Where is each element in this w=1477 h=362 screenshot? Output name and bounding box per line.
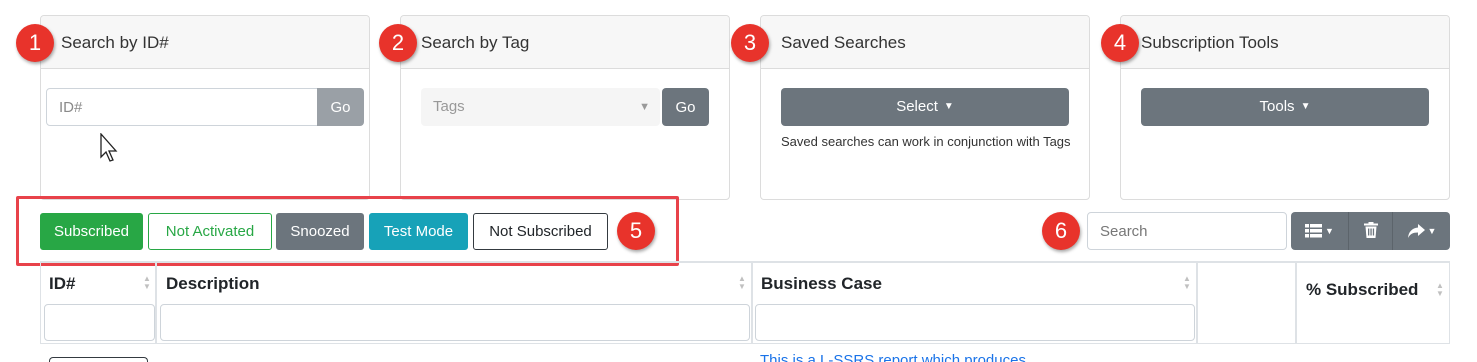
column-description[interactable]: Description ▲ ▼: [156, 263, 752, 343]
column-percent-subscribed[interactable]: % Subscribed ▲ ▼: [1296, 263, 1450, 343]
column-id-label: ID#: [49, 274, 76, 293]
business-case-filter-input[interactable]: [755, 304, 1195, 341]
step-badge-4: 4: [1101, 24, 1139, 62]
export-button[interactable]: ▼: [1393, 212, 1450, 250]
sort-icon: ▲ ▼: [1183, 274, 1191, 291]
caret-down-icon: ▼: [1325, 226, 1334, 236]
columns-list-icon: [1305, 224, 1323, 238]
id-go-button[interactable]: Go: [317, 88, 364, 126]
column-description-label: Description: [166, 274, 260, 293]
description-filter-input[interactable]: [160, 304, 750, 341]
delete-button[interactable]: [1348, 212, 1393, 250]
tags-select-placeholder: Tags: [433, 98, 465, 115]
subscription-tools-title: Subscription Tools: [1121, 16, 1449, 69]
columns-toggle-button[interactable]: ▼: [1291, 212, 1348, 250]
sort-icon: ▲ ▼: [143, 274, 151, 291]
filter-snoozed-button[interactable]: Snoozed: [276, 213, 364, 250]
subscriptions-table: ID# ▲ ▼ Description ▲ ▼ Business Case ▲ ▼ %…: [40, 261, 1450, 362]
id-search-input[interactable]: [46, 88, 318, 126]
share-arrow-icon: [1407, 224, 1425, 238]
row-action-button[interactable]: [49, 357, 148, 362]
caret-down-icon: ▼: [943, 101, 954, 112]
tools-button-label: Tools: [1259, 98, 1295, 115]
table-search-input[interactable]: [1087, 212, 1287, 250]
id-filter-input[interactable]: [44, 304, 155, 341]
business-case-link[interactable]: This is a L-SSRS report which produces .…: [760, 352, 1043, 362]
step-badge-2: 2: [379, 24, 417, 62]
filter-test-mode-button[interactable]: Test Mode: [369, 213, 468, 250]
column-blank: [1197, 263, 1296, 343]
caret-down-icon: ▼: [1300, 101, 1311, 112]
step-badge-5: 5: [617, 212, 655, 250]
tag-go-button[interactable]: Go: [662, 88, 709, 126]
filter-not-activated-button[interactable]: Not Activated: [148, 213, 272, 250]
column-percent-subscribed-label: % Subscribed: [1306, 280, 1419, 299]
select-button-label: Select: [896, 98, 938, 115]
chevron-down-icon: ▼: [639, 101, 650, 113]
saved-search-select-button[interactable]: Select ▼: [781, 88, 1069, 126]
saved-searches-note: Saved searches can work in conjunction w…: [781, 134, 1071, 149]
step-badge-3: 3: [731, 24, 769, 62]
search-by-tag-title: Search by Tag: [401, 16, 729, 69]
sort-icon: ▲ ▼: [738, 274, 746, 291]
step-badge-1: 1: [16, 24, 54, 62]
mouse-cursor-icon: [100, 133, 118, 162]
caret-down-icon: ▼: [1427, 226, 1437, 236]
table-toolbar: ▼ ▼: [1291, 212, 1450, 250]
sort-icon: ▲ ▼: [1436, 281, 1444, 298]
filter-subscribed-button[interactable]: Subscribed: [40, 213, 143, 250]
column-business-case[interactable]: Business Case ▲ ▼: [752, 263, 1197, 343]
step-badge-6: 6: [1042, 212, 1080, 250]
column-business-case-label: Business Case: [761, 274, 882, 293]
tags-select[interactable]: Tags ▼: [421, 88, 660, 126]
search-by-id-title: Search by ID#: [41, 16, 369, 69]
filter-not-subscribed-button[interactable]: Not Subscribed: [473, 213, 608, 250]
column-id[interactable]: ID# ▲ ▼: [40, 263, 156, 343]
table-row-divider: [40, 343, 1450, 344]
saved-searches-title: Saved Searches: [761, 16, 1089, 69]
tools-dropdown-button[interactable]: Tools ▼: [1141, 88, 1429, 126]
trash-icon: [1363, 222, 1378, 238]
